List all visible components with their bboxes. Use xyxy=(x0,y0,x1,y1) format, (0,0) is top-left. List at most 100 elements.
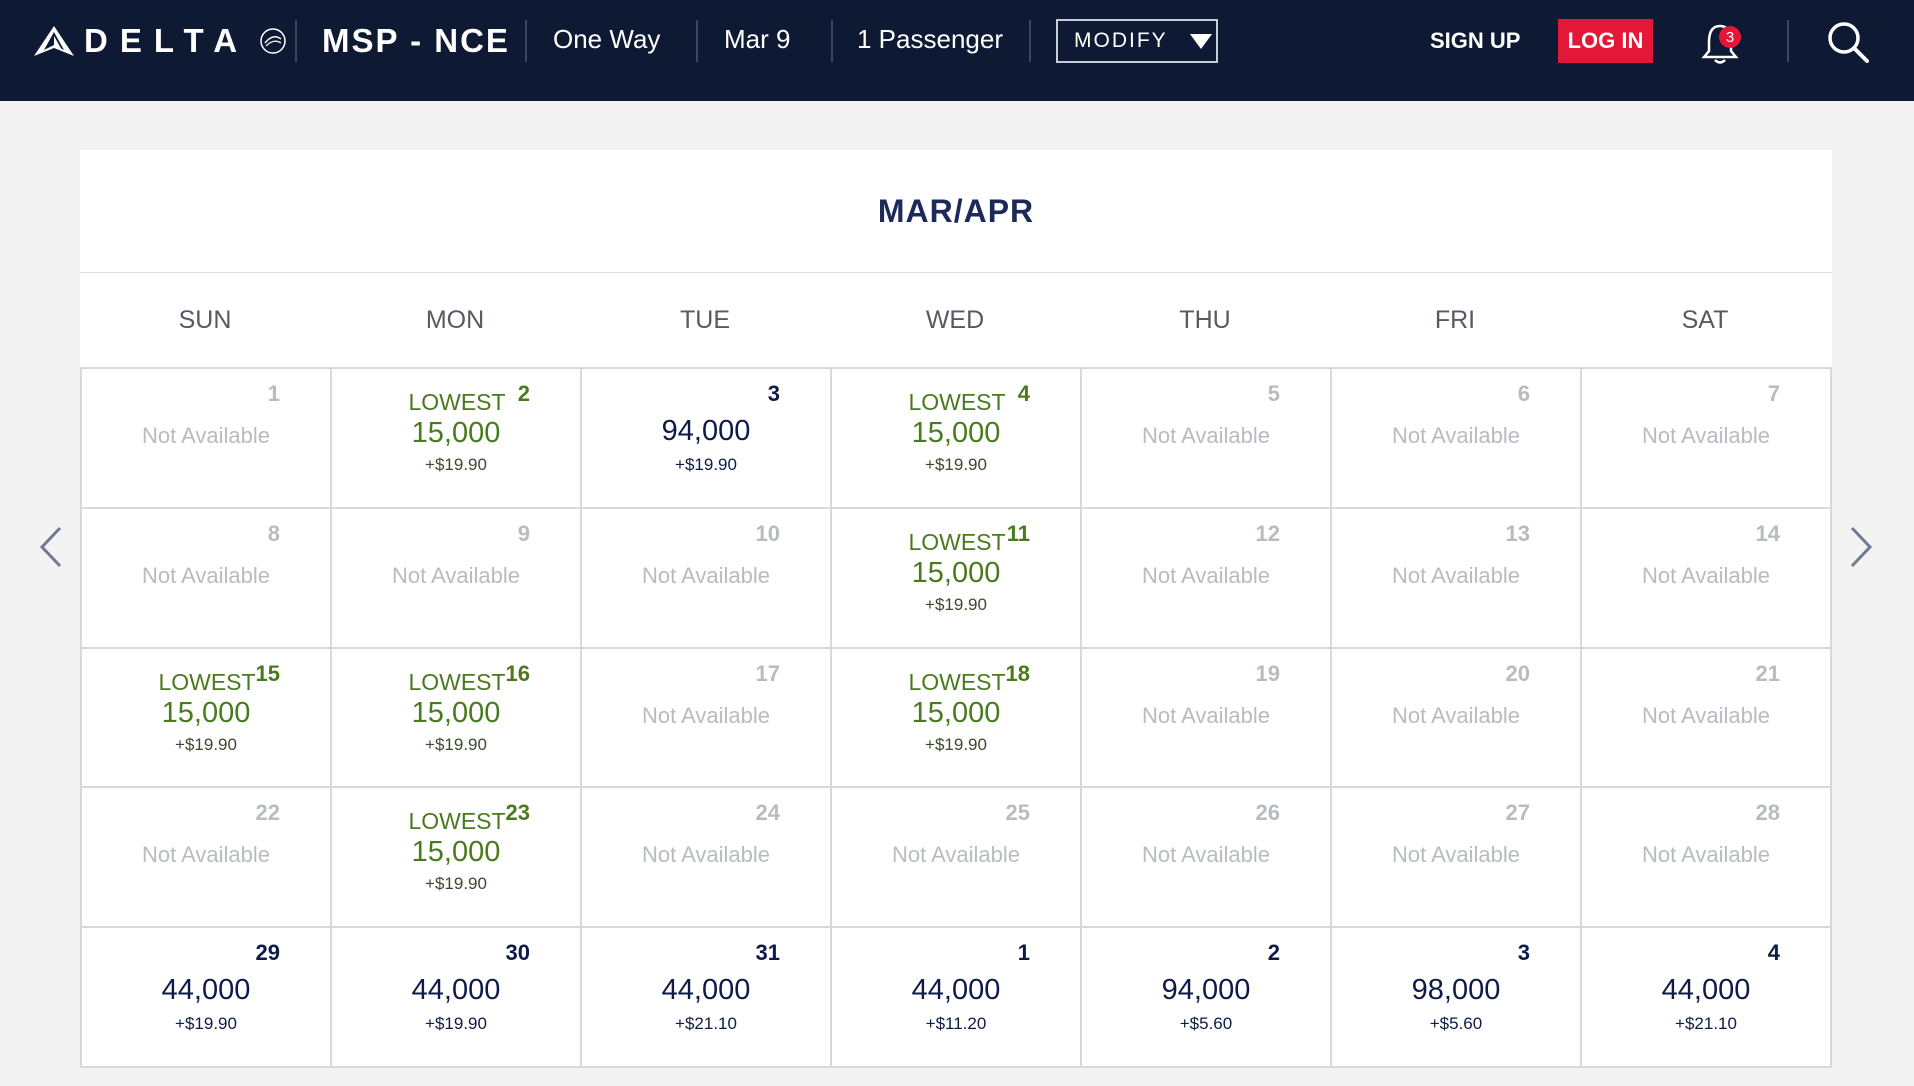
calendar-day-cell[interactable]: 11 LOWEST 15,000 +$19.90 xyxy=(832,508,1082,649)
not-available-label: Not Available xyxy=(1391,842,1520,868)
taxes-fee: +$19.90 xyxy=(925,455,987,474)
chevron-down-icon xyxy=(1189,33,1212,49)
header-divider xyxy=(696,20,698,62)
taxes-fee: +$19.90 xyxy=(425,1014,487,1034)
calendar-day-cell[interactable]: 2 94,000 +$5.60 xyxy=(1082,928,1332,1068)
calendar-day-cell[interactable]: 4 LOWEST 15,000 +$19.90 xyxy=(832,369,1082,509)
lowest-fare-tag: LOWEST xyxy=(908,389,1006,415)
delta-logo[interactable]: DELTA xyxy=(34,22,287,60)
day-number: 17 xyxy=(755,660,780,686)
day-number: 29 xyxy=(255,940,280,966)
taxes-fee: +$21.10 xyxy=(1675,1014,1737,1034)
calendar-day-cell[interactable]: 1 44,000 +$11.20 xyxy=(832,928,1082,1068)
taxes-fee: +$19.90 xyxy=(675,455,737,474)
lowest-fare-tag: LOWEST xyxy=(158,668,256,695)
taxes-fee: +$19.90 xyxy=(175,734,237,754)
not-available-label: Not Available xyxy=(1391,423,1520,448)
calendar-day-cell: 6 Not Available xyxy=(1332,369,1582,509)
day-number: 8 xyxy=(267,520,280,546)
taxes-fee: +$5.60 xyxy=(1179,1014,1233,1034)
header-divider xyxy=(1029,20,1031,62)
modify-search-button[interactable]: MODIFY xyxy=(1056,19,1218,63)
calendar-day-cell[interactable]: 2 LOWEST 15,000 +$19.90 xyxy=(332,369,582,509)
weekday-label: MON xyxy=(425,305,485,334)
travel-date: Mar 9 xyxy=(724,24,791,54)
top-nav-bar: DELTA MSP - NCE One Way Mar 9 1 Passenge… xyxy=(0,0,1914,101)
miles-price: 94,000 xyxy=(1161,974,1251,1007)
weekday-label: FRI xyxy=(1434,305,1476,334)
miles-price: 15,000 xyxy=(411,696,501,729)
not-available-label: Not Available xyxy=(1141,423,1270,448)
calendar-day-cell[interactable]: 4 44,000 +$21.10 xyxy=(1582,928,1832,1068)
not-available-label: Not Available xyxy=(641,842,770,868)
calendar-month-title: MAR/APR xyxy=(80,150,1832,273)
not-available-label: Not Available xyxy=(1141,702,1270,728)
not-available-label: Not Available xyxy=(141,842,270,868)
day-number: 3 xyxy=(1517,940,1530,966)
miles-price: 94,000 xyxy=(661,415,751,447)
miles-price: 44,000 xyxy=(411,974,501,1007)
day-number: 31 xyxy=(755,940,780,966)
header-divider xyxy=(831,20,833,62)
calendar-day-cell[interactable]: 3 98,000 +$5.60 xyxy=(1332,928,1582,1068)
taxes-fee: +$19.90 xyxy=(925,594,987,614)
calendar-day-cell[interactable]: 18 LOWEST 15,000 +$19.90 xyxy=(832,648,1082,789)
passenger-count: 1 Passenger xyxy=(857,24,1003,54)
notification-badge: 3 xyxy=(1719,26,1741,48)
next-month-arrow-icon[interactable] xyxy=(1848,526,1874,568)
not-available-label: Not Available xyxy=(1391,562,1520,588)
lowest-fare-tag: LOWEST xyxy=(408,668,506,695)
day-number: 12 xyxy=(1255,520,1280,546)
day-number: 21 xyxy=(1755,660,1780,686)
calendar-day-cell[interactable]: 16 LOWEST 15,000 +$19.90 xyxy=(332,648,582,789)
taxes-fee: +$5.60 xyxy=(1429,1014,1483,1034)
calendar-day-cell[interactable]: 3 94,000 +$19.90 xyxy=(582,369,832,509)
not-available-label: Not Available xyxy=(1641,702,1770,728)
not-available-label: Not Available xyxy=(1141,562,1270,588)
calendar-day-cell: 25 Not Available xyxy=(832,788,1082,929)
not-available-label: Not Available xyxy=(1641,423,1770,448)
calendar-day-cell: 13 Not Available xyxy=(1332,508,1582,649)
miles-price: 15,000 xyxy=(411,836,501,869)
sign-up-link[interactable]: SIGN UP xyxy=(1430,28,1520,54)
weekday-label: SAT xyxy=(1681,305,1729,334)
weekday-header-row: SUN MON TUE WED THU FRI SAT xyxy=(80,273,1832,367)
calendar-day-cell[interactable]: 30 44,000 +$19.90 xyxy=(332,928,582,1068)
day-number: 14 xyxy=(1755,520,1780,546)
logo-text: DELTA xyxy=(84,22,250,59)
day-number: 24 xyxy=(755,800,780,826)
day-number: 26 xyxy=(1255,800,1280,826)
calendar-day-cell: 14 Not Available xyxy=(1582,508,1832,649)
weekday-label: WED xyxy=(925,305,985,334)
day-number: 25 xyxy=(1005,800,1030,826)
calendar-day-cell: 21 Not Available xyxy=(1582,648,1832,789)
miles-price: 15,000 xyxy=(911,696,1001,729)
search-icon[interactable] xyxy=(1826,20,1870,64)
day-number: 20 xyxy=(1505,660,1530,686)
miles-price: 44,000 xyxy=(1661,974,1751,1007)
header-divider xyxy=(295,20,297,62)
previous-month-arrow-icon[interactable] xyxy=(38,526,64,568)
calendar-day-cell[interactable]: 15 LOWEST 15,000 +$19.90 xyxy=(82,648,332,789)
weekday-label: SUN xyxy=(178,305,232,334)
calendar-grid: 1 Not Available 2 LOWEST 15,000 +$19.90 3 94,00… xyxy=(80,367,1832,1068)
day-number: 1 xyxy=(1017,940,1030,966)
calendar-day-cell: 20 Not Available xyxy=(1332,648,1582,789)
log-in-button[interactable]: LOG IN xyxy=(1558,19,1653,63)
day-number: 28 xyxy=(1755,800,1780,826)
not-available-label: Not Available xyxy=(891,842,1020,868)
calendar-day-cell[interactable]: 29 44,000 +$19.90 xyxy=(82,928,332,1068)
lowest-fare-tag: LOWEST xyxy=(908,668,1006,695)
day-number: 7 xyxy=(1767,381,1780,406)
lowest-fare-tag: LOWEST xyxy=(408,389,506,415)
miles-price: 15,000 xyxy=(911,417,1001,449)
not-available-label: Not Available xyxy=(1391,702,1520,728)
taxes-fee: +$19.90 xyxy=(925,734,987,754)
not-available-label: Not Available xyxy=(1641,842,1770,868)
calendar-day-cell[interactable]: 31 44,000 +$21.10 xyxy=(582,928,832,1068)
calendar-day-cell[interactable]: 23 LOWEST 15,000 +$19.90 xyxy=(332,788,582,929)
taxes-fee: +$19.90 xyxy=(425,874,487,894)
lowest-fare-tag: LOWEST xyxy=(908,528,1006,555)
weekday-label: TUE xyxy=(680,305,730,334)
miles-price: 15,000 xyxy=(161,696,251,729)
